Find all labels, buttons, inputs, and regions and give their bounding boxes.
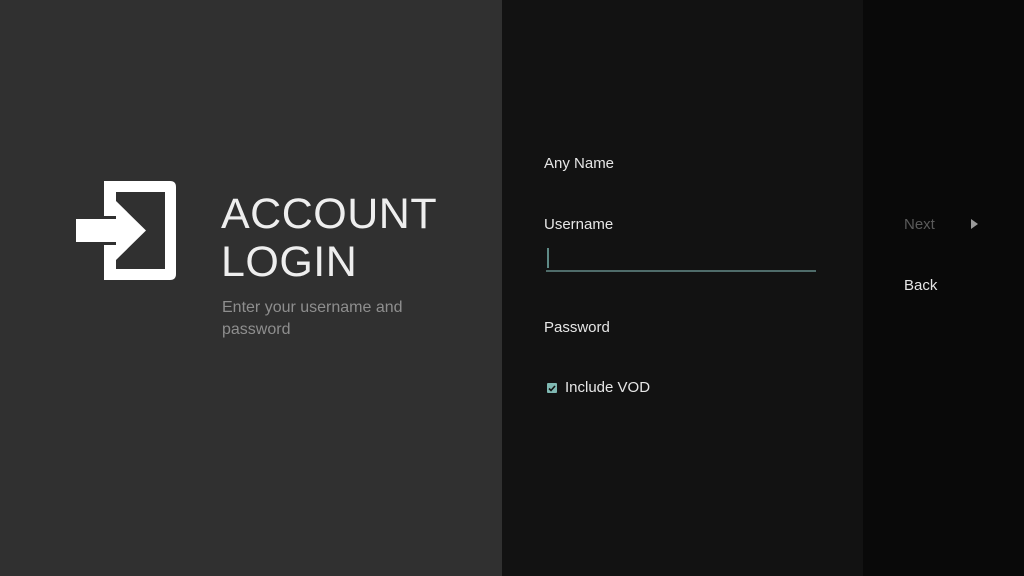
login-screen: ACCOUNT LOGIN Enter your username and pa… <box>0 0 1024 576</box>
form-panel <box>502 0 863 576</box>
include-vod-label: Include VOD <box>565 379 651 396</box>
title-line-1: ACCOUNT <box>221 190 438 238</box>
any-name-field[interactable]: Any Name <box>544 154 614 174</box>
username-input[interactable] <box>546 246 820 268</box>
chevron-right-icon <box>971 219 978 229</box>
title-line-2: LOGIN <box>221 238 358 286</box>
username-label: Username <box>544 216 614 233</box>
page-subtitle: Enter your username and password <box>222 299 403 338</box>
page-title: ACCOUNT LOGIN <box>221 190 437 286</box>
actions-panel <box>863 0 1024 576</box>
checkmark-icon <box>548 384 556 392</box>
login-icon <box>76 181 176 280</box>
username-field-wrapper <box>546 246 820 272</box>
include-vod-checkbox[interactable] <box>547 383 557 393</box>
password-field[interactable]: Password <box>544 318 610 338</box>
guidance-panel <box>0 0 502 576</box>
text-cursor <box>547 248 549 268</box>
back-button[interactable]: Back <box>904 276 937 296</box>
include-vod-option[interactable]: Include VOD <box>547 378 650 398</box>
next-button[interactable]: Next <box>904 215 935 235</box>
